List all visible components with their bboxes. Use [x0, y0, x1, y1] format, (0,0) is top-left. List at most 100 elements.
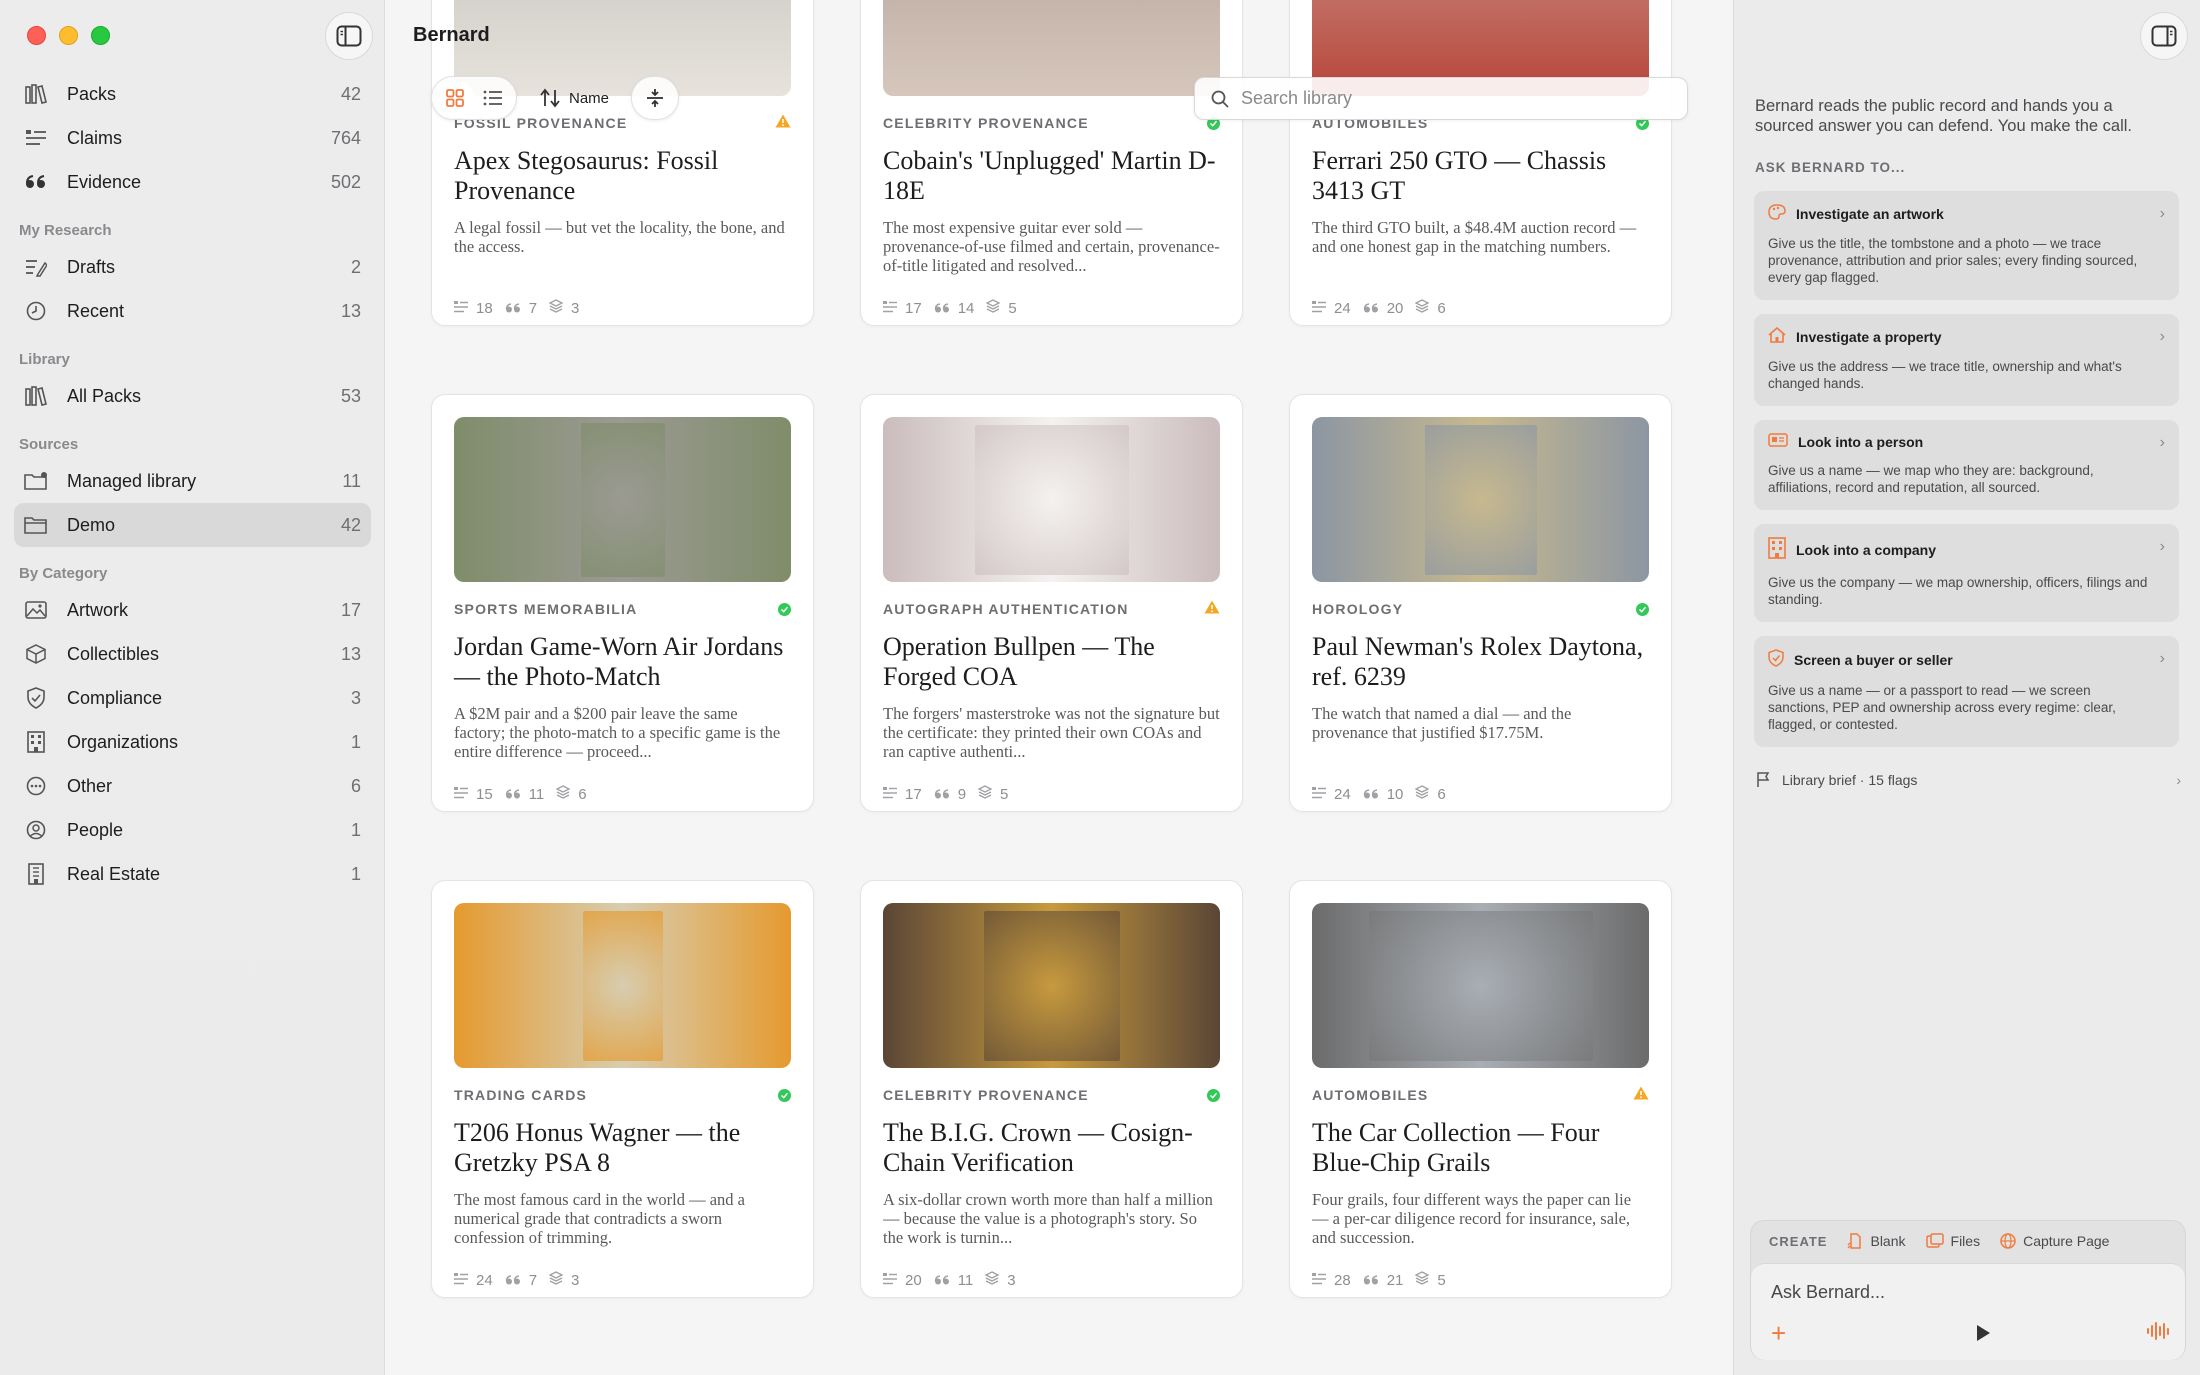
stat-count: 20 [1386, 299, 1404, 317]
quote-icon [505, 1272, 521, 1289]
stat-count: 11 [528, 785, 545, 803]
window-controls [27, 26, 110, 45]
card-description: A legal fossil — but vet the locality, t… [454, 218, 785, 256]
sidebar-item-count: 3 [350, 687, 361, 708]
sidebar-item-label: Recent [67, 300, 125, 321]
action-screen-a-buyer-or-seller[interactable]: Screen a buyer or seller Give us a name —… [1754, 636, 2179, 747]
pack-card[interactable]: Automobiles The Car Collection — Four Blu… [1289, 880, 1672, 1298]
sidebar-item-count: 53 [340, 385, 361, 406]
sidebar-item-claims[interactable]: Claims 764 [14, 116, 371, 160]
sidebar-item-evidence[interactable]: Evidence 502 [14, 160, 371, 204]
card-stats: 15 11 6 [454, 785, 791, 803]
card-stats: 17 14 5 [883, 299, 1220, 317]
photo-icon [24, 598, 48, 622]
card-category: Celebrity Provenance [883, 1087, 1089, 1103]
stat-sources: 3 [548, 1271, 579, 1289]
list-view-button[interactable] [474, 81, 512, 115]
sidebar-item-real-estate[interactable]: Real Estate 1 [14, 852, 371, 896]
stat-count: 6 [578, 785, 587, 803]
verified-check-icon [778, 602, 791, 616]
sidebar-item-managed-library[interactable]: Managed library 11 [14, 459, 371, 503]
voice-input-button[interactable] [2147, 1322, 2169, 1340]
stat-count: 5 [1437, 1271, 1446, 1289]
sidebar-item-demo[interactable]: Demo 42 [14, 503, 371, 547]
stat-sources: 6 [1414, 785, 1446, 803]
send-button[interactable] [1975, 1324, 1991, 1347]
layers-icon [548, 299, 564, 317]
action-title: Investigate an artwork [1796, 205, 1944, 222]
chevron-right-icon: › [2159, 650, 2165, 667]
search-input[interactable] [1241, 88, 1671, 109]
pack-card[interactable]: Autograph Authentication Operation Bullpe… [860, 394, 1243, 812]
create-blank-button[interactable]: Blank [1847, 1233, 1906, 1249]
capture-page-button[interactable]: Capture Page [2000, 1233, 2109, 1249]
sidebar-item-label: Evidence [67, 171, 142, 192]
pack-card[interactable]: Celebrity Provenance The B.I.G. Crown — C… [860, 880, 1243, 1298]
sort-label: Name [569, 89, 610, 107]
library-brief-link[interactable]: Library brief · 15 flags › [1756, 772, 2181, 788]
add-attachment-button[interactable]: + [1771, 1320, 1786, 1346]
sidebar-item-compliance[interactable]: Compliance 3 [14, 676, 371, 720]
sidebar-item-packs[interactable]: Packs 42 [14, 72, 371, 116]
sidebar-item-recent[interactable]: Recent 13 [14, 289, 371, 333]
pack-thumbnail [1312, 903, 1649, 1068]
sidebar-right-icon [2151, 25, 2177, 47]
zoom-window-button[interactable] [91, 26, 110, 45]
chevron-right-icon: › [2176, 772, 2181, 788]
sidebar-item-count: 764 [330, 127, 361, 148]
pack-card[interactable]: Trading Cards T206 Honus Wagner — the Gre… [431, 880, 814, 1298]
card-stats: 24 20 6 [1312, 299, 1649, 317]
card-title: Jordan Game-Worn Air Jordans — the Photo… [454, 632, 784, 691]
grid-view-button[interactable] [436, 81, 474, 115]
sidebar-item-people[interactable]: People 1 [14, 808, 371, 852]
pack-card[interactable]: Horology Paul Newman's Rolex Daytona, ref… [1289, 394, 1672, 812]
sidebar-item-organizations[interactable]: Organizations 1 [14, 720, 371, 764]
sort-button[interactable]: Name [527, 76, 621, 120]
create-files-button[interactable]: Files [1925, 1233, 1980, 1249]
ask-input[interactable] [1771, 1282, 2151, 1303]
action-investigate-a-property[interactable]: Investigate a property Give us the addres… [1754, 314, 2179, 406]
card-title: The Car Collection — Four Blue-Chip Grai… [1312, 1118, 1600, 1177]
pack-card[interactable]: Automobiles Ferrari 250 GTO — Chassis 341… [1289, 0, 1672, 326]
pack-card[interactable]: Fossil Provenance Apex Stegosaurus: Fossi… [431, 0, 814, 326]
pack-thumbnail [883, 417, 1220, 582]
sidebar-item-collectibles[interactable]: Collectibles 13 [14, 632, 371, 676]
sidebar: Packs 42 Claims 764 Evidence 502 My Research Dr… [0, 0, 385, 1375]
panel-toggle-button[interactable] [2140, 12, 2188, 60]
pack-thumbnail [1312, 417, 1649, 582]
tower-icon [24, 862, 48, 886]
close-window-button[interactable] [27, 26, 46, 45]
action-header: Look into a company [1768, 537, 2165, 562]
stat-evidence: 20 [1363, 299, 1404, 317]
stat-count: 6 [1437, 785, 1446, 803]
stat-count: 5 [1008, 299, 1017, 317]
pack-card[interactable]: Celebrity Provenance Cobain's 'Unplugged'… [860, 0, 1243, 326]
sidebar-item-count: 42 [340, 514, 361, 535]
claims-icon [883, 786, 897, 803]
stat-count: 11 [957, 1271, 974, 1289]
sidebar-item-other[interactable]: Other 6 [14, 764, 371, 808]
action-look-into-a-company[interactable]: Look into a company Give us the company —… [1754, 524, 2179, 622]
action-header: Investigate a property [1768, 326, 2165, 346]
action-header: Screen a buyer or seller [1768, 649, 2165, 670]
sidebar-item-artwork[interactable]: Artwork 17 [14, 588, 371, 632]
waveform-bar [2167, 1327, 2169, 1335]
sidebar-item-drafts[interactable]: Drafts 2 [14, 245, 371, 289]
action-look-into-a-person[interactable]: Look into a person Give us a name — we ma… [1754, 420, 2179, 510]
pack-card[interactable]: Sports Memorabilia Jordan Game-Worn Air J… [431, 394, 814, 812]
sidebar-item-label: Packs [67, 83, 117, 104]
globe-icon [2000, 1233, 2016, 1249]
pack-photo [1424, 424, 1537, 575]
action-investigate-an-artwork[interactable]: Investigate an artwork Give us the title,… [1754, 191, 2179, 300]
density-button[interactable] [631, 76, 680, 120]
sidebar-item-all-packs[interactable]: All Packs 53 [14, 374, 371, 418]
minimize-window-button[interactable] [59, 26, 78, 45]
stat-claims: 17 [883, 300, 922, 317]
card-category: Celebrity Provenance [883, 115, 1089, 131]
sidebar-item-label: Claims [67, 127, 123, 148]
sidebar-toggle-button[interactable] [325, 12, 373, 60]
search-field[interactable] [1194, 77, 1688, 120]
card-stats: 18 7 3 [454, 299, 791, 317]
action-list: Investigate an artwork Give us the title,… [1754, 191, 2179, 761]
stat-sources: 5 [977, 785, 1008, 803]
